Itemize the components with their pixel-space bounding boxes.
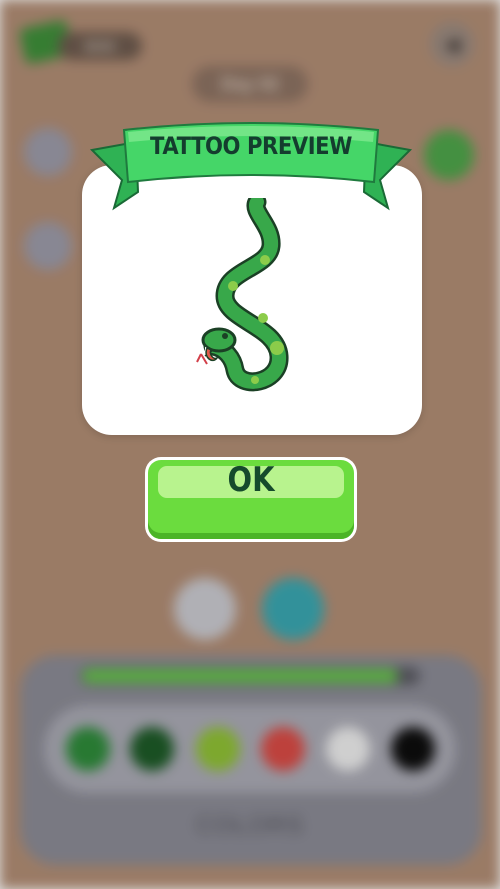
ok-button-face[interactable]: OK: [148, 460, 354, 539]
ok-button[interactable]: OK: [145, 457, 357, 542]
ok-button-label: OK: [227, 460, 275, 500]
snake-tattoo-icon: [196, 198, 289, 392]
dialog-title: TATTOO PREVIEW: [150, 132, 352, 160]
